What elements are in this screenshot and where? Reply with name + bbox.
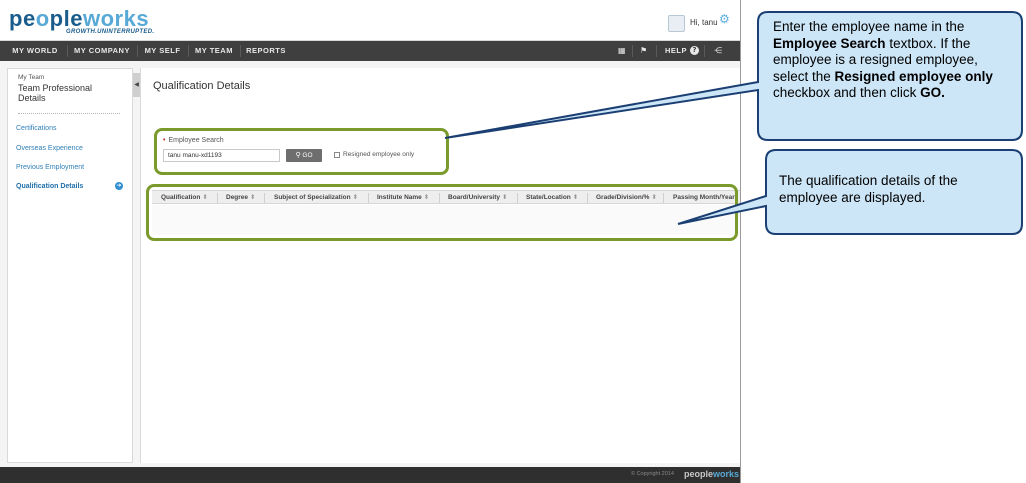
callout-search-part1: Enter the employee name in the [773, 19, 965, 34]
tutorial-slide: peopleworks GROWTH.UNINTERRUPTED. Hi, ta… [0, 0, 1026, 483]
callout-search-part3: checkbox and then click [773, 85, 921, 100]
callout-search-bold3: GO. [920, 85, 945, 100]
callout-search-bold2: Resigned employee only [834, 68, 993, 84]
callout-text-search: Enter the employee name in the Employee … [773, 19, 1015, 102]
callout-search-bold1: Employee Search [773, 35, 886, 51]
callout-text-grid: The qualification details of the employe… [779, 173, 958, 205]
